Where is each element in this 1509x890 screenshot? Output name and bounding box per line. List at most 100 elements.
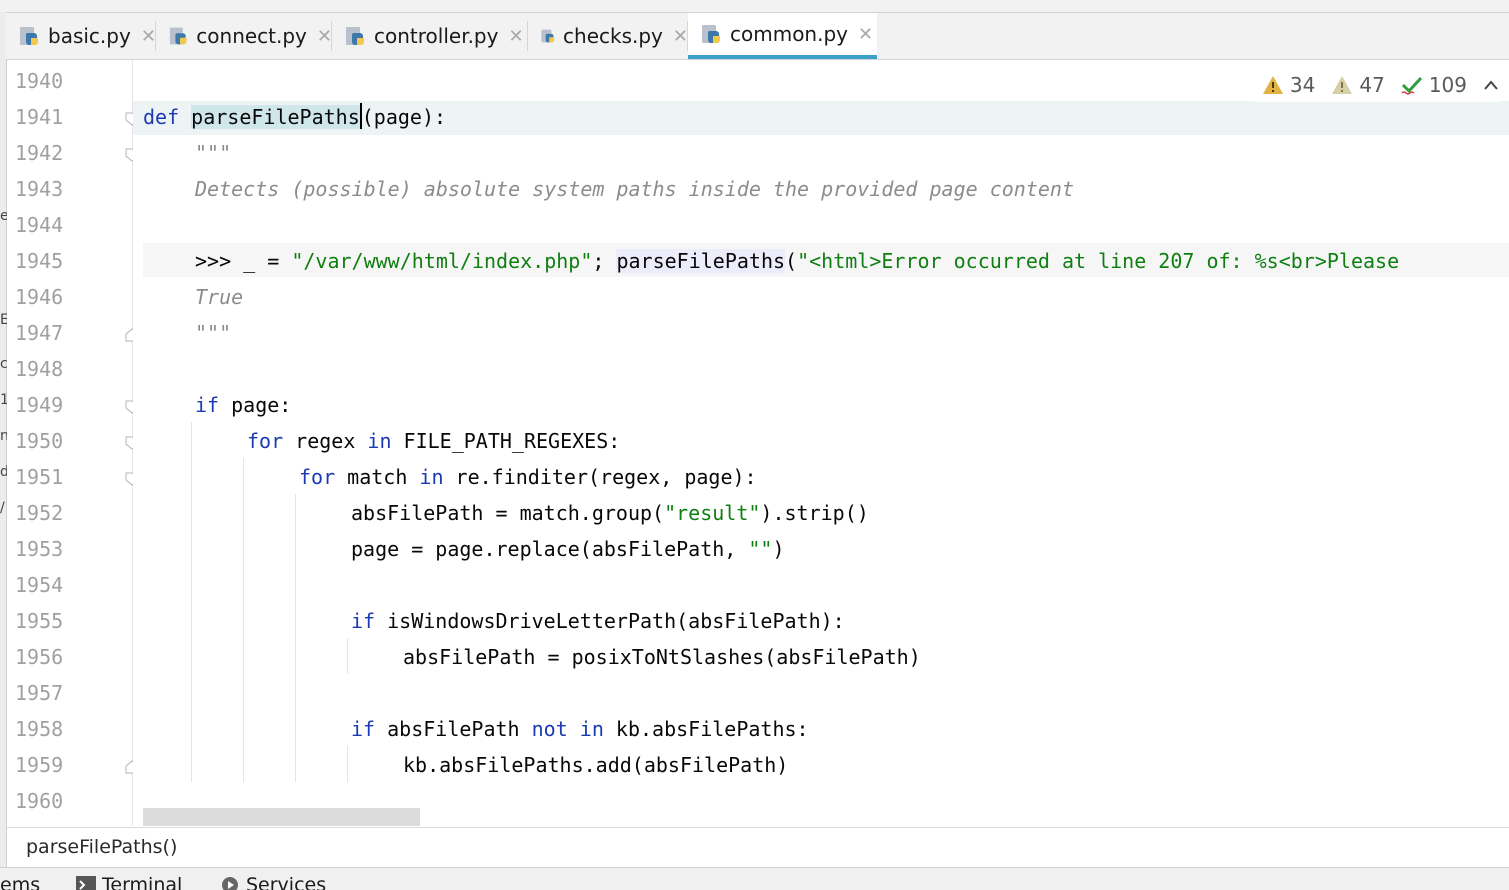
warning-count: 34: [1289, 73, 1316, 97]
code-text: isWindowsDriveLetterPath(absFilePath):: [375, 609, 845, 633]
tab-label: connect.py: [196, 24, 307, 48]
tool-label: Services: [246, 874, 327, 890]
docstring-text: True: [195, 285, 244, 309]
keyword: if: [351, 717, 376, 741]
code-text: regex: [283, 429, 368, 453]
python-file-icon: [346, 27, 364, 45]
code-line: if isWindowsDriveLetterPath(absFilePath)…: [351, 603, 845, 639]
line-number: 1950: [15, 429, 64, 453]
line-number: 1958: [15, 717, 64, 741]
tab-basic-py[interactable]: basic.py ✕: [6, 13, 156, 59]
keyword: if: [351, 609, 376, 633]
close-icon[interactable]: ✕: [508, 26, 523, 47]
line-number: 1945: [15, 249, 64, 273]
services-tool-button[interactable]: Services: [220, 874, 326, 890]
code-text: ).strip(): [760, 501, 869, 525]
python-file-icon: [702, 25, 720, 43]
code-line: absFilePath = posixToNtSlashes(absFilePa…: [403, 645, 921, 669]
code-text: page = page.replace(absFilePath,: [351, 537, 749, 561]
code-text: FILE_PATH_REGEXES:: [391, 429, 621, 453]
weak-warning-icon: [1332, 76, 1353, 94]
weak-warning-count: 47: [1359, 73, 1385, 97]
python-file-icon: [20, 27, 38, 45]
tab-connect-py[interactable]: connect.py ✕: [156, 13, 332, 59]
code-text: absFilePath = match.group(: [351, 501, 665, 525]
keyword: not in: [531, 717, 604, 741]
line-number-gutter[interactable]: 1940 1941 1942 1943 1944 1945 1946 1947 …: [7, 60, 139, 826]
function-call: parseFilePaths: [616, 249, 786, 273]
python-file-icon: [169, 27, 187, 45]
code-text: page:: [219, 393, 292, 417]
code-line: page = page.replace(absFilePath, ""): [351, 531, 785, 567]
horizontal-scrollbar[interactable]: [143, 808, 420, 826]
problems-tool-button[interactable]: ems: [0, 874, 40, 890]
line-number: 1942: [15, 141, 64, 165]
string-literal: "<html>Error occurred at line 207 of: %s…: [797, 249, 1400, 273]
services-icon: [222, 877, 238, 890]
keyword: for: [299, 465, 336, 489]
code-text: re.finditer(regex, page):: [443, 465, 757, 489]
keyword: in: [419, 465, 444, 489]
code-editor[interactable]: def parseFilePaths (page): """ Detects (p…: [133, 60, 1509, 826]
string-literal: "": [748, 537, 773, 561]
breadcrumb-item[interactable]: parseFilePaths(): [26, 836, 177, 858]
line-number: 1948: [15, 357, 64, 381]
code-line: if absFilePath not in kb.absFilePaths:: [351, 711, 809, 747]
line-number: 1941: [15, 105, 64, 129]
tab-label: basic.py: [48, 24, 131, 48]
tool-label: ems: [0, 874, 41, 890]
warning-icon: [1262, 76, 1283, 94]
tool-window-bar: ems Terminal Services: [0, 867, 1509, 890]
docstring-open: """: [195, 141, 232, 165]
line-number: 1952: [15, 501, 64, 525]
code-text: kb.absFilePaths:: [603, 717, 809, 741]
code-line: absFilePath = match.group("result").stri…: [351, 495, 869, 531]
tab-controller-py[interactable]: controller.py ✕: [332, 13, 528, 59]
line-number: 1946: [15, 285, 64, 309]
terminal-icon: [76, 876, 96, 890]
code-line: >>> _ = "/var/www/html/index.php"; parse…: [195, 243, 1399, 279]
indent-guide: [347, 638, 348, 674]
line-number: 1949: [15, 393, 64, 417]
code-line: def parseFilePaths (page):: [143, 99, 446, 135]
typo-check-icon: [1401, 76, 1422, 95]
code-text: ): [772, 537, 785, 561]
line-number: 1943: [15, 177, 64, 201]
chevron-up-icon[interactable]: [1483, 79, 1499, 91]
left-tool-strip: e E c 1 n d /: [0, 12, 9, 889]
terminal-tool-button[interactable]: Terminal: [76, 874, 182, 890]
keyword: for: [247, 429, 284, 453]
indent-guide: [295, 494, 296, 782]
python-file-icon: [541, 29, 555, 43]
indent-guide: [347, 746, 348, 782]
close-icon[interactable]: ✕: [317, 26, 332, 47]
string-literal: "/var/www/html/index.php": [291, 249, 593, 273]
code-text: absFilePath: [375, 717, 532, 741]
line-number: 1959: [15, 753, 64, 777]
tool-label: Terminal: [102, 874, 183, 890]
line-number: 1953: [15, 537, 64, 561]
line-number: 1955: [15, 609, 64, 633]
breadcrumb[interactable]: parseFilePaths(): [7, 827, 1509, 868]
line-number: 1956: [15, 645, 64, 669]
close-icon[interactable]: ✕: [141, 26, 156, 47]
keyword: def: [143, 105, 180, 129]
code-text: (page):: [361, 105, 447, 129]
tab-common-py[interactable]: common.py ✕: [688, 13, 877, 59]
inspection-widget[interactable]: 34 47 109: [1253, 68, 1499, 102]
line-number: 1947: [15, 321, 64, 345]
indent-guide: [243, 458, 244, 782]
code-line: kb.absFilePaths.add(absFilePath): [403, 753, 789, 777]
line-number: 1951: [15, 465, 64, 489]
editor-tab-bar: basic.py ✕ connect.py ✕ controller.py ✕ …: [6, 13, 1509, 60]
close-icon[interactable]: ✕: [858, 24, 873, 45]
docstring-text: Detects (possible) absolute system paths…: [195, 177, 1074, 201]
tab-label: controller.py: [374, 24, 499, 48]
code-line: if page:: [195, 387, 291, 423]
close-icon[interactable]: ✕: [673, 26, 688, 47]
line-number: 1944: [15, 213, 64, 237]
typo-count: 109: [1428, 73, 1467, 97]
tab-checks-py[interactable]: checks.py ✕: [528, 13, 688, 59]
tab-label: checks.py: [563, 24, 663, 48]
code-text: match: [335, 465, 420, 489]
